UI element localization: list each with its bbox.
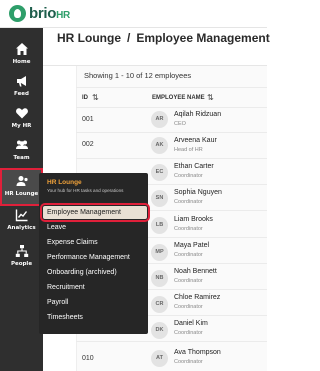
menu-item-expense-claims[interactable]: Expense Claims <box>47 239 98 246</box>
sort-icon[interactable]: ⇅ <box>207 93 216 102</box>
divider <box>76 87 267 88</box>
user-group-icon <box>16 176 28 186</box>
employee-name[interactable]: Maya Patel <box>174 242 209 249</box>
brand-name: brio <box>29 5 57 22</box>
column-header-id[interactable]: ID <box>82 95 88 101</box>
employee-name[interactable]: Ethan Carter <box>174 163 214 170</box>
employee-name[interactable]: Liam Brooks <box>174 216 213 223</box>
column-header-employee-name[interactable]: EMPLOYEE NAME <box>152 95 205 101</box>
menu-item-employee-management[interactable]: Employee Management <box>40 203 150 222</box>
divider <box>76 107 267 108</box>
sidebar-item-label: Team <box>13 155 30 161</box>
menu-item-timesheets[interactable]: Timesheets <box>47 314 83 321</box>
sort-icon[interactable]: ⇅ <box>92 93 101 102</box>
employee-name[interactable]: Aqilah Ridzuan <box>174 111 221 118</box>
avatar: AT <box>151 350 168 367</box>
employee-role: Coordinator <box>174 173 203 179</box>
menu-item-leave[interactable]: Leave <box>47 224 66 231</box>
divider <box>76 158 267 159</box>
sidebar-item-team[interactable]: Team <box>0 132 43 172</box>
home-icon <box>15 43 28 55</box>
employee-name[interactable]: Arveena Kaur <box>174 137 217 144</box>
breadcrumb: HR Lounge / Employee Management <box>57 31 270 45</box>
team-icon <box>15 140 28 149</box>
employee-role: Head of HR <box>174 147 203 153</box>
results-count: Showing 1 - 10 of 12 employees <box>84 71 192 80</box>
employee-id: 002 <box>82 141 94 148</box>
brio-logo-icon[interactable] <box>9 5 26 22</box>
menu-item-onboarding-archived[interactable]: Onboarding (archived) <box>47 269 117 276</box>
heart-icon <box>15 108 28 119</box>
avatar: MP <box>151 244 168 261</box>
employee-role: Coordinator <box>174 278 203 284</box>
employee-name[interactable]: Sophia Nguyen <box>174 189 222 196</box>
employee-name[interactable]: Chloe Ramirez <box>174 294 220 301</box>
employee-name[interactable]: Noah Bennett <box>174 268 217 275</box>
sidebar-item-label: HR Lounge <box>4 191 39 197</box>
avatar: SN <box>151 190 168 207</box>
employee-role: CEO <box>174 121 186 127</box>
org-chart-icon <box>15 245 28 257</box>
avatar: LB <box>151 217 168 234</box>
employee-role: Coordinator <box>174 226 203 232</box>
employee-role: Coordinator <box>174 330 203 336</box>
avatar: NB <box>151 270 168 287</box>
breadcrumb-section[interactable]: HR Lounge <box>57 31 121 45</box>
page-header: HR Lounge / Employee Management <box>43 28 270 66</box>
sidebar-item-label: Feed <box>14 91 29 97</box>
employee-role: Coordinator <box>174 199 203 205</box>
avatar: DK <box>151 322 168 339</box>
menu-item-payroll[interactable]: Payroll <box>47 299 68 306</box>
top-bar: brioHR <box>0 0 267 28</box>
employee-role: Coordinator <box>174 359 203 365</box>
menu-item-performance-management[interactable]: Performance Management <box>47 254 130 261</box>
employee-role: Coordinator <box>174 304 203 310</box>
flyout-subtitle: Your hub for HR tasks and operations <box>47 188 124 193</box>
page-title: Employee Management <box>136 31 270 45</box>
sidebar-item-label: Home <box>12 59 31 65</box>
avatar: AR <box>151 111 168 128</box>
brand-suffix: HR <box>56 10 70 21</box>
divider <box>76 132 267 133</box>
divider <box>76 341 267 342</box>
avatar: CR <box>151 296 168 313</box>
employee-name[interactable]: Daniel Kim <box>174 320 208 327</box>
chart-icon <box>15 209 27 222</box>
employee-id: 010 <box>82 355 94 362</box>
sidebar-item-analytics[interactable]: Analytics <box>0 202 43 242</box>
sidebar-item-label: Analytics <box>7 225 36 231</box>
sidebar: Home Feed My HR Team HR Lounge Analytics… <box>0 28 43 371</box>
megaphone-icon <box>16 76 26 87</box>
avatar: EC <box>151 164 168 181</box>
sidebar-item-label: My HR <box>11 123 32 129</box>
sidebar-item-label: People <box>10 261 33 267</box>
employee-role: Coordinator <box>174 252 203 258</box>
employee-name[interactable]: Ava Thompson <box>174 349 221 356</box>
sidebar-item-hr-lounge[interactable]: HR Lounge <box>0 168 43 206</box>
flyout-title: HR Lounge <box>47 179 82 186</box>
brand-logo[interactable]: brioHR <box>29 5 70 22</box>
menu-item-recruitment[interactable]: Recruitment <box>47 284 85 291</box>
hr-lounge-flyout-menu: HR Lounge Your hub for HR tasks and oper… <box>39 173 150 334</box>
avatar: AK <box>151 137 168 154</box>
breadcrumb-separator: / <box>127 31 131 45</box>
employee-id: 001 <box>82 116 94 123</box>
sidebar-item-people[interactable]: People <box>0 238 43 278</box>
